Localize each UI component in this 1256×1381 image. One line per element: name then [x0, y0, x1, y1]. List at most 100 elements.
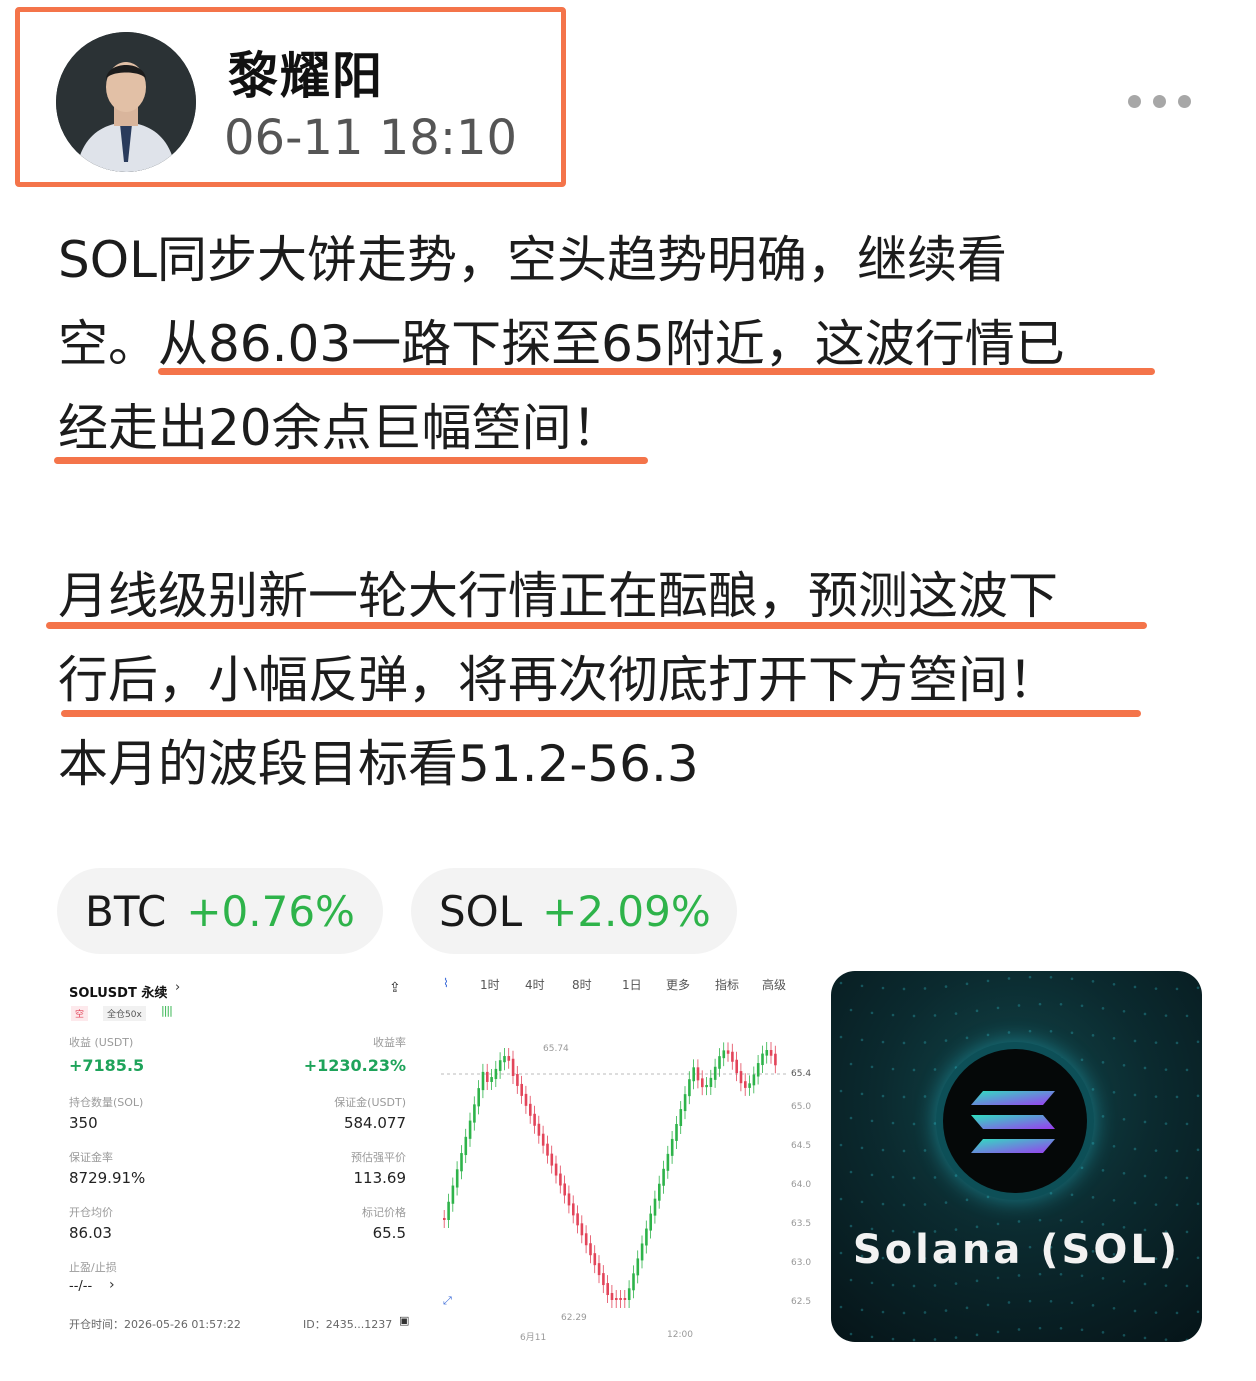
bg-dot	[975, 1333, 979, 1337]
qty-label: 持仓数量(SOL)	[69, 1096, 144, 1109]
bg-dot	[891, 1121, 895, 1125]
bg-dot	[1154, 1095, 1158, 1098]
x-tick: 12:00	[667, 1330, 693, 1340]
bg-dot	[860, 984, 864, 988]
bg-dot	[1017, 1004, 1021, 1007]
position-id: ID：2435...1237	[303, 1318, 393, 1331]
candle-body	[615, 1298, 618, 1300]
bg-dot	[1112, 982, 1116, 986]
bg-dot	[839, 1305, 843, 1309]
candle-body	[662, 1168, 665, 1186]
position-screenshot[interactable]: SOLUSDT 永续 › ⇪ 空 全仓50x |||| 收益 (USDT) +7…	[57, 968, 420, 1343]
bg-dot	[839, 981, 843, 985]
candle-body	[744, 1081, 747, 1088]
post-line: 本月的波段目标看51.2-56.3	[58, 735, 699, 793]
candle-body	[602, 1273, 605, 1286]
candle-body	[726, 1050, 730, 1054]
bg-dot	[912, 1338, 916, 1342]
candle-body	[559, 1173, 562, 1186]
bg-dot	[891, 1283, 895, 1287]
bg-dot	[1101, 1169, 1105, 1172]
bg-dot	[1080, 1328, 1084, 1332]
candle-body	[520, 1083, 523, 1096]
candle-body	[692, 1067, 695, 1082]
candle-body	[567, 1193, 571, 1206]
bg-dot	[1112, 1306, 1116, 1310]
bg-dot	[965, 1306, 969, 1310]
coin-tag-btc[interactable]: BTC +0.76%	[57, 868, 383, 954]
bg-dot	[1091, 1088, 1095, 1091]
bg-dot	[839, 1143, 843, 1147]
candle-body	[511, 1058, 515, 1076]
candle-body	[636, 1258, 640, 1276]
coin-symbol: SOL	[439, 886, 523, 936]
author-name[interactable]: 黎耀阳	[228, 36, 384, 108]
more-options-icon[interactable]	[1128, 90, 1200, 112]
candle-body	[688, 1079, 691, 1097]
pnl-value: +7185.5	[69, 1056, 145, 1075]
bg-dot	[965, 1198, 969, 1202]
bg-dot	[849, 1170, 853, 1174]
bg-dot	[849, 1062, 853, 1066]
candle-body	[443, 1218, 446, 1220]
candle-body	[666, 1153, 670, 1171]
bg-dot	[933, 1122, 937, 1125]
bg-dot	[1154, 987, 1158, 990]
price-tag: 65.4	[791, 1069, 812, 1079]
bg-dot	[1143, 1336, 1147, 1340]
leverage-badge: 全仓50x	[103, 1006, 146, 1021]
bg-dot	[1185, 1284, 1189, 1288]
coin-tag-sol[interactable]: SOL +2.09%	[411, 868, 737, 954]
candle-body	[722, 1050, 726, 1059]
candle-body	[610, 1293, 614, 1300]
bg-dot	[912, 1014, 916, 1018]
tpsl-value[interactable]: --/--	[69, 1279, 92, 1294]
avatar[interactable]	[56, 32, 196, 172]
candle-body	[649, 1213, 652, 1231]
candle-body	[451, 1185, 455, 1204]
kline-screenshot[interactable]: ⌇ 1时 4时 8时 1日 更多 指标 高级 65.74 62.29 65.4 …	[437, 968, 817, 1343]
solana-promo-image[interactable]: Solana (SOL)	[831, 971, 1202, 1342]
bg-dot	[881, 1202, 885, 1206]
highlight-underline	[158, 368, 1155, 375]
bg-dot	[1175, 987, 1179, 991]
candle-body	[481, 1071, 485, 1091]
bg-dot	[1038, 1272, 1042, 1276]
candle-body	[761, 1053, 764, 1066]
candle-body	[619, 1298, 622, 1300]
bg-dot	[986, 979, 990, 983]
expand-icon[interactable]: ⤢	[443, 1294, 452, 1308]
bg-dot	[860, 1308, 864, 1312]
copy-icon[interactable]: ▣	[399, 1314, 409, 1327]
pair-title: SOLUSDT 永续	[69, 986, 168, 1001]
bg-dot	[860, 1038, 864, 1042]
candle-body	[696, 1067, 700, 1081]
candle-body	[748, 1083, 751, 1088]
bg-dot	[1175, 1149, 1179, 1153]
candle-body	[653, 1198, 657, 1216]
bg-dot	[902, 1203, 906, 1207]
candle-body	[537, 1123, 541, 1136]
bg-dot	[1154, 1203, 1158, 1206]
bg-dot	[1059, 1218, 1063, 1222]
bg-dot	[1164, 1338, 1168, 1341]
candle-body	[550, 1153, 554, 1166]
bg-dot	[1017, 1328, 1021, 1331]
candlestick-chart	[441, 1042, 787, 1308]
bg-dot	[870, 1011, 874, 1015]
bg-dot	[870, 1173, 874, 1177]
highlight-underline	[46, 622, 1147, 629]
bg-dot	[954, 1282, 958, 1285]
bg-dot	[902, 987, 906, 991]
bg-dot	[881, 986, 885, 990]
bg-dot	[996, 1276, 1000, 1280]
bg-dot	[860, 1092, 864, 1096]
bg-dot	[1143, 1174, 1147, 1178]
bg-dot	[912, 1122, 916, 1126]
bg-dot	[975, 1279, 979, 1283]
bg-dot	[1007, 1031, 1011, 1034]
bg-dot	[1185, 1014, 1189, 1018]
bg-dot	[1164, 1014, 1168, 1017]
bg-dot	[1080, 1004, 1084, 1008]
bg-dot	[860, 1146, 864, 1150]
